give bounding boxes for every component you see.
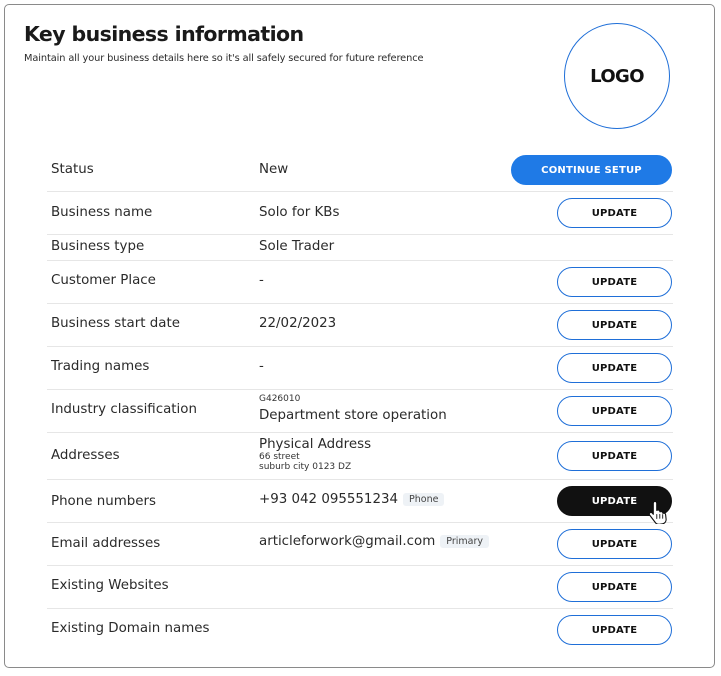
row-existing-domain-names: Existing Domain names UPDATE	[47, 609, 673, 651]
row-status: Status New CONTINUE SETUP	[47, 154, 673, 192]
key-business-information-card: Key business information Maintain all yo…	[4, 4, 715, 668]
phone-tag-badge: Phone	[403, 493, 445, 506]
email-primary-badge: Primary	[440, 535, 489, 548]
row-industry-classification: Industry classification G426010 Departme…	[47, 390, 673, 432]
logo-text: LOGO	[590, 65, 644, 87]
page-title: Key business information	[24, 22, 304, 46]
row-customer-place: Customer Place - UPDATE	[47, 261, 673, 303]
row-addresses: Addresses Physical Address 66 street sub…	[47, 433, 673, 479]
update-existing-websites-button[interactable]: UPDATE	[557, 572, 672, 602]
email-address-text: articleforwork@gmail.com	[259, 534, 436, 549]
value-business-type: Sole Trader	[259, 239, 335, 254]
label-industry-classification: Industry classification	[51, 402, 197, 417]
row-existing-websites: Existing Websites UPDATE	[47, 566, 673, 608]
label-phone-numbers: Phone numbers	[51, 494, 156, 509]
row-trading-names: Trading names - UPDATE	[47, 347, 673, 389]
value-phone-number: +93 042 095551234 Phone	[259, 492, 445, 507]
row-business-start-date: Business start date 22/02/2023 UPDATE	[47, 304, 673, 346]
value-trading-names: -	[259, 359, 264, 374]
update-addresses-button[interactable]: UPDATE	[557, 441, 672, 471]
label-existing-domain-names: Existing Domain names	[51, 621, 210, 636]
update-business-name-button[interactable]: UPDATE	[557, 198, 672, 228]
update-email-addresses-button[interactable]: UPDATE	[557, 529, 672, 559]
label-trading-names: Trading names	[51, 359, 150, 374]
value-industry-classification: Department store operation	[259, 408, 447, 423]
label-existing-websites: Existing Websites	[51, 578, 169, 593]
value-business-name: Solo for KBs	[259, 205, 340, 220]
continue-setup-button[interactable]: CONTINUE SETUP	[511, 155, 672, 185]
update-customer-place-button[interactable]: UPDATE	[557, 267, 672, 297]
value-business-start-date: 22/02/2023	[259, 316, 337, 331]
update-industry-classification-button[interactable]: UPDATE	[557, 396, 672, 426]
address-line-2: suburb city 0123 DZ	[259, 462, 352, 472]
label-customer-place: Customer Place	[51, 273, 156, 288]
page-subtitle: Maintain all your business details here …	[24, 53, 424, 64]
industry-code: G426010	[259, 394, 301, 404]
row-business-type: Business type Sole Trader	[47, 235, 673, 260]
update-trading-names-button[interactable]: UPDATE	[557, 353, 672, 383]
label-email-addresses: Email addresses	[51, 536, 161, 551]
value-email-address: articleforwork@gmail.com Primary	[259, 534, 489, 549]
phone-number-text: +93 042 095551234	[259, 492, 399, 507]
hand-pointer-icon	[648, 500, 667, 524]
value-customer-place: -	[259, 273, 264, 288]
update-business-start-date-button[interactable]: UPDATE	[557, 310, 672, 340]
row-business-name: Business name Solo for KBs UPDATE	[47, 192, 673, 234]
update-existing-domain-names-button[interactable]: UPDATE	[557, 615, 672, 645]
business-logo[interactable]: LOGO	[564, 23, 670, 129]
label-business-name: Business name	[51, 205, 153, 220]
label-status: Status	[51, 162, 94, 177]
label-addresses: Addresses	[51, 448, 120, 463]
label-business-type: Business type	[51, 239, 145, 254]
label-business-start-date: Business start date	[51, 316, 180, 331]
value-status: New	[259, 162, 289, 177]
row-email-addresses: Email addresses articleforwork@gmail.com…	[47, 523, 673, 565]
address-line-1: 66 street	[259, 452, 300, 462]
row-phone-numbers: Phone numbers +93 042 095551234 Phone UPD…	[47, 480, 673, 522]
value-address-type: Physical Address	[259, 437, 372, 452]
